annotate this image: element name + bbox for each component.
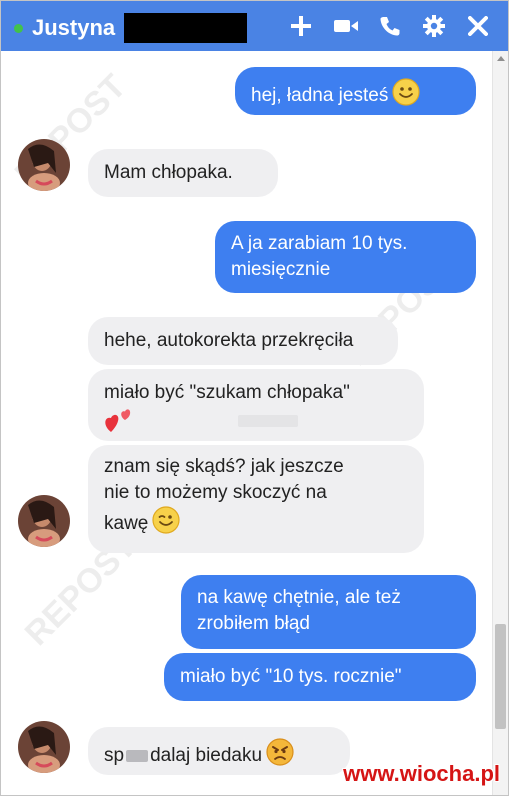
message-text-line: zrobiłem błąd [197, 613, 310, 634]
contact-avatar[interactable] [18, 721, 70, 773]
message-outgoing[interactable]: A ja zarabiam 10 tys. miesięcznie [215, 221, 476, 293]
message-text-line: nie to możemy skoczyć na [104, 482, 327, 503]
chat-scrollbar[interactable] [492, 51, 508, 795]
online-status-indicator [14, 24, 23, 33]
chat-window: Justyna REPOST REPOST REPOST hej, ładna … [0, 0, 509, 796]
message-text-line: na kawę chętnie, ale też [197, 587, 401, 608]
message-incoming[interactable]: znam się skądś? jak jeszcze nie to możem… [88, 445, 424, 553]
wink-emoji-icon [152, 506, 180, 542]
message-outgoing[interactable]: miało być "10 tys. rocznie" [164, 653, 476, 701]
message-text: sp [104, 745, 125, 767]
message-text-line: miało być "szukam chłopaka" [104, 382, 350, 403]
message-outgoing[interactable]: na kawę chętnie, ale też zrobiłem błąd [181, 575, 476, 649]
plus-icon[interactable] [286, 11, 316, 41]
message-incoming[interactable]: sp dalaj biedaku [88, 727, 350, 775]
smile-emoji-icon [392, 78, 420, 114]
blurred-text [238, 415, 298, 427]
phone-icon[interactable] [375, 11, 405, 41]
scroll-up-arrow-icon[interactable] [497, 56, 505, 61]
video-camera-icon[interactable] [331, 11, 361, 41]
message-outgoing[interactable]: hej, ładna jesteś [235, 67, 476, 115]
message-text: miało być "10 tys. rocznie" [180, 666, 402, 687]
message-list: REPOST REPOST REPOST hej, ładna jesteś M… [1, 51, 492, 795]
chat-header: Justyna [1, 1, 508, 51]
gear-icon[interactable] [419, 11, 449, 41]
message-incoming[interactable]: Mam chłopaka. [88, 149, 278, 197]
message-text-line: miesięcznie [231, 259, 331, 280]
scroll-thumb[interactable] [495, 624, 506, 729]
contact-avatar[interactable] [18, 495, 70, 547]
message-text: dalaj biedaku [150, 745, 263, 767]
message-incoming[interactable]: hehe, autokorekta przekręciła [88, 317, 398, 365]
message-text-line: znam się skądś? jak jeszcze [104, 456, 344, 477]
angry-emoji-icon [266, 738, 294, 774]
message-text-line: kawę [104, 513, 149, 535]
contact-name[interactable]: Justyna [32, 15, 115, 41]
close-icon[interactable] [463, 11, 493, 41]
message-text-line: A ja zarabiam 10 tys. [231, 233, 408, 254]
message-text: hej, ładna jesteś [251, 85, 389, 107]
message-text: hehe, autokorekta przekręciła [104, 330, 354, 351]
contact-avatar[interactable] [18, 139, 70, 191]
site-watermark: www.wiocha.pl [343, 761, 500, 786]
message-text: Mam chłopaka. [104, 162, 233, 183]
censored-text [126, 750, 149, 762]
message-incoming[interactable]: miało być "szukam chłopaka" [88, 369, 424, 441]
redacted-surname [124, 13, 247, 43]
